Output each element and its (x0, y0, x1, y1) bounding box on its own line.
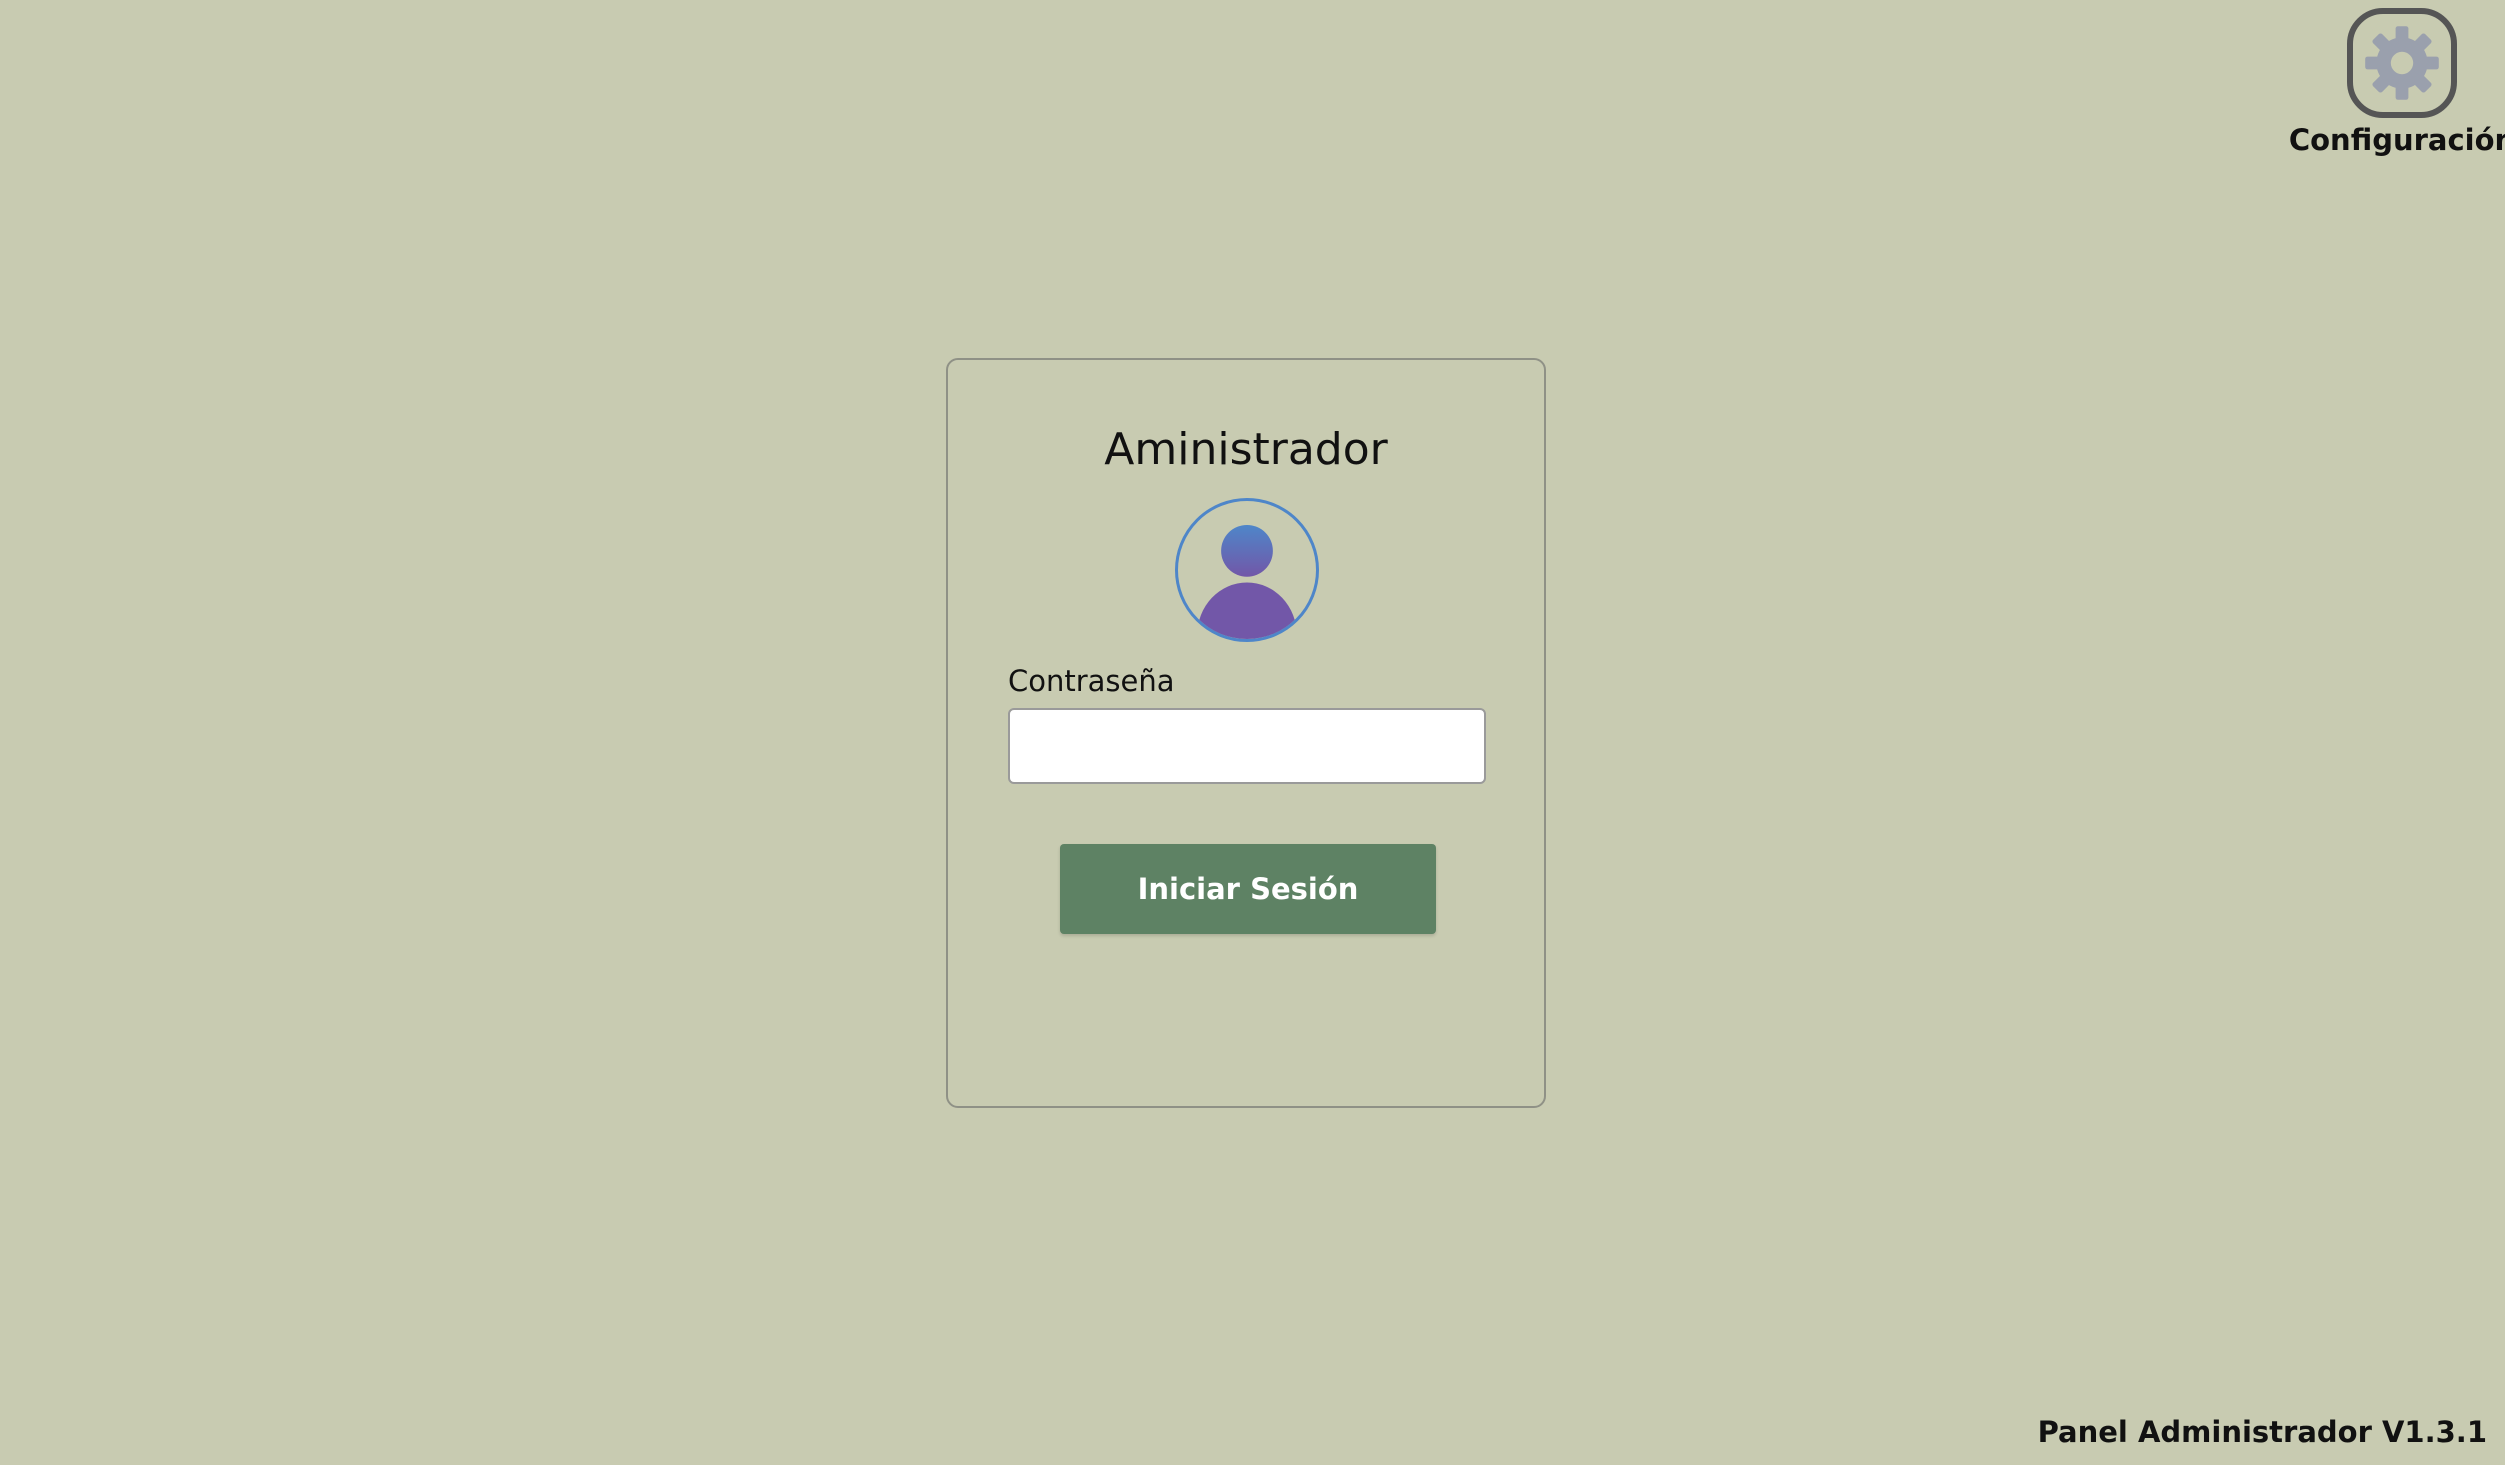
password-input[interactable] (1008, 708, 1486, 784)
settings-button[interactable]: Configuración (2289, 8, 2505, 178)
gear-icon (2365, 26, 2439, 100)
login-card: Aministrador Contraseña Iniciar Sesión (946, 358, 1546, 1108)
password-label: Contraseña (1008, 664, 1175, 698)
settings-icon-frame[interactable] (2347, 8, 2457, 118)
login-button[interactable]: Iniciar Sesión (1060, 844, 1436, 934)
settings-label[interactable]: Configuración (2289, 123, 2505, 157)
login-title: Aministrador (1104, 424, 1388, 475)
version-label: Panel Administrador V1.3.1 (2037, 1415, 2487, 1449)
user-avatar-icon (1175, 498, 1319, 642)
